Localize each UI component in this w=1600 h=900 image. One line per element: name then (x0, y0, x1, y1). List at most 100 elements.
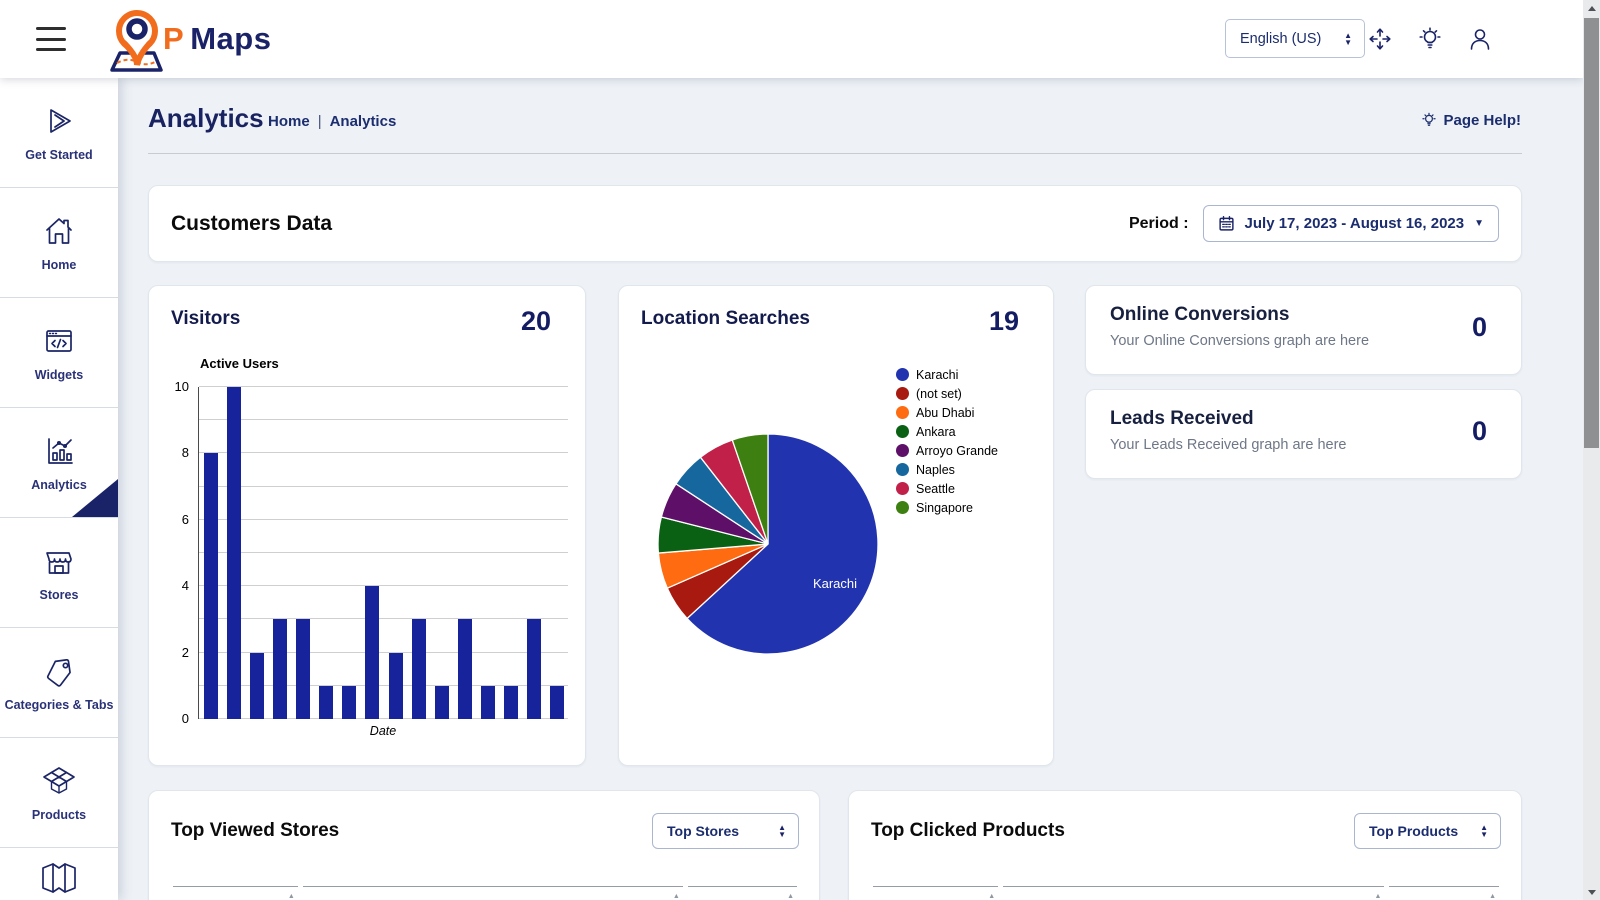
legend-item: Karachi (896, 365, 998, 384)
stores-table-header: ▲▼ ▲▼ ▲▼ (171, 886, 799, 900)
gridline (199, 519, 568, 520)
scrollbar-up-arrow[interactable] (1583, 0, 1600, 16)
bar (504, 686, 518, 719)
table-column[interactable]: ▲▼ (1389, 886, 1499, 900)
sort-icon: ▲▼ (988, 894, 995, 900)
table-column[interactable]: ▲▼ (303, 886, 683, 900)
top-clicked-products-card: Top Clicked Products Top Products ▲▼ ▲▼ … (848, 790, 1522, 900)
lightbulb-icon[interactable] (1415, 24, 1445, 54)
period-dropdown-button[interactable]: July 17, 2023 - August 16, 2023 ▼ (1203, 205, 1499, 242)
sidebar-item-products[interactable]: Products (0, 738, 118, 848)
bar (227, 387, 241, 719)
legend-label: Ankara (916, 425, 956, 439)
table-column[interactable]: ▲▼ (688, 886, 797, 900)
location-searches-title: Location Searches (641, 308, 810, 330)
scrollbar-down-arrow[interactable] (1583, 884, 1600, 900)
legend-label: Karachi (916, 368, 958, 382)
breadcrumb-home-link[interactable]: Home (268, 113, 310, 130)
bar-chart-x-label: Date (198, 724, 568, 738)
y-tick-label: 0 (159, 711, 189, 726)
gridline (199, 585, 568, 586)
bar (412, 619, 426, 719)
legend-item: Abu Dhabi (896, 403, 998, 422)
sidebar-item-label: Home (42, 258, 77, 272)
page-help-label: Page Help! (1443, 112, 1521, 129)
top-products-dropdown-value: Top Products (1369, 823, 1458, 839)
legend-color-dot (896, 463, 909, 476)
sidebar-item-widgets[interactable]: Widgets (0, 298, 118, 408)
gridline (199, 419, 568, 420)
visitors-card: Visitors 20 Active Users 0246810 Date (148, 285, 586, 766)
scrollbar-thumb[interactable] (1584, 18, 1599, 448)
breadcrumb-current[interactable]: Analytics (330, 113, 397, 130)
legend-color-dot (896, 482, 909, 495)
top-products-dropdown[interactable]: Top Products ▲▼ (1354, 813, 1501, 849)
legend-item: Arroyo Grande (896, 441, 998, 460)
leads-received-count: 0 (1472, 416, 1487, 447)
sidebar-item-stores[interactable]: Stores (0, 518, 118, 628)
gridline (199, 386, 568, 387)
sidebar-item-label: Widgets (35, 368, 84, 382)
legend-label: Naples (916, 463, 955, 477)
main-content: Analytics Home|Analytics Page Help! Cust… (130, 78, 1583, 900)
legend-color-dot (896, 501, 909, 514)
legend-color-dot (896, 387, 909, 400)
analytics-icon (41, 433, 77, 469)
sidebar-item-get-started[interactable]: Get Started (0, 78, 118, 188)
sidebar-item-label: Stores (40, 588, 79, 602)
sidebar-item-partial[interactable] (0, 848, 118, 900)
location-searches-card: Location Searches 19 Karachi Karachi(not… (618, 285, 1054, 766)
lightbulb-icon (1421, 111, 1437, 129)
page-help-button[interactable]: Page Help! (1421, 111, 1521, 129)
legend-label: Seattle (916, 482, 955, 496)
legend-color-dot (896, 406, 909, 419)
brand-name: PMaps (163, 21, 271, 57)
home-icon (41, 213, 77, 249)
legend-item: Singapore (896, 498, 998, 517)
bar (435, 686, 449, 719)
user-account-icon[interactable] (1465, 24, 1495, 54)
sidebar-item-analytics[interactable]: Analytics (0, 408, 118, 518)
sort-icon: ▲▼ (288, 894, 295, 900)
gridline (199, 452, 568, 453)
visitors-title: Visitors (171, 308, 240, 330)
sidebar: Get Started Home Widgets Analytics (0, 78, 118, 900)
table-column[interactable]: ▲▼ (1003, 886, 1384, 900)
sidebar-item-categories-tabs[interactable]: Categories & Tabs (0, 628, 118, 738)
bar-chart-title: Active Users (200, 356, 279, 371)
sidebar-item-label: Categories & Tabs (5, 698, 114, 712)
table-column[interactable]: ▲▼ (173, 886, 298, 900)
y-tick-label: 2 (159, 645, 189, 660)
bar (458, 619, 472, 719)
table-column[interactable]: ▲▼ (873, 886, 998, 900)
fullscreen-move-icon[interactable] (1365, 24, 1395, 54)
bar (296, 619, 310, 719)
leads-received-subtitle: Your Leads Received graph are here (1110, 437, 1497, 453)
legend-item: Seattle (896, 479, 998, 498)
legend-label: Arroyo Grande (916, 444, 998, 458)
breadcrumb-separator: | (318, 113, 322, 130)
caret-down-icon: ▼ (1474, 218, 1484, 229)
play-icon (41, 103, 77, 139)
open-box-icon (40, 763, 78, 799)
legend-item: Naples (896, 460, 998, 479)
gridline (199, 486, 568, 487)
legend-item: (not set) (896, 384, 998, 403)
top-stores-dropdown[interactable]: Top Stores ▲▼ (652, 813, 799, 849)
hamburger-menu-icon[interactable] (36, 27, 66, 51)
period-value: July 17, 2023 - August 16, 2023 (1245, 215, 1465, 232)
period-label: Period : (1129, 215, 1189, 233)
y-tick-label: 6 (159, 512, 189, 527)
calendar-icon (1218, 215, 1235, 232)
select-arrows-icon: ▲▼ (778, 824, 786, 838)
open-map-icon (39, 860, 79, 896)
y-tick-label: 4 (159, 578, 189, 593)
vertical-scrollbar[interactable] (1583, 0, 1600, 900)
top-clicked-products-title: Top Clicked Products (871, 820, 1065, 842)
bar (527, 619, 541, 719)
sort-icon: ▲▼ (1375, 894, 1382, 900)
widgets-icon (41, 323, 77, 359)
language-select[interactable]: English (US) ▲▼ (1225, 19, 1365, 58)
sidebar-item-home[interactable]: Home (0, 188, 118, 298)
sidebar-item-label: Get Started (25, 148, 92, 162)
